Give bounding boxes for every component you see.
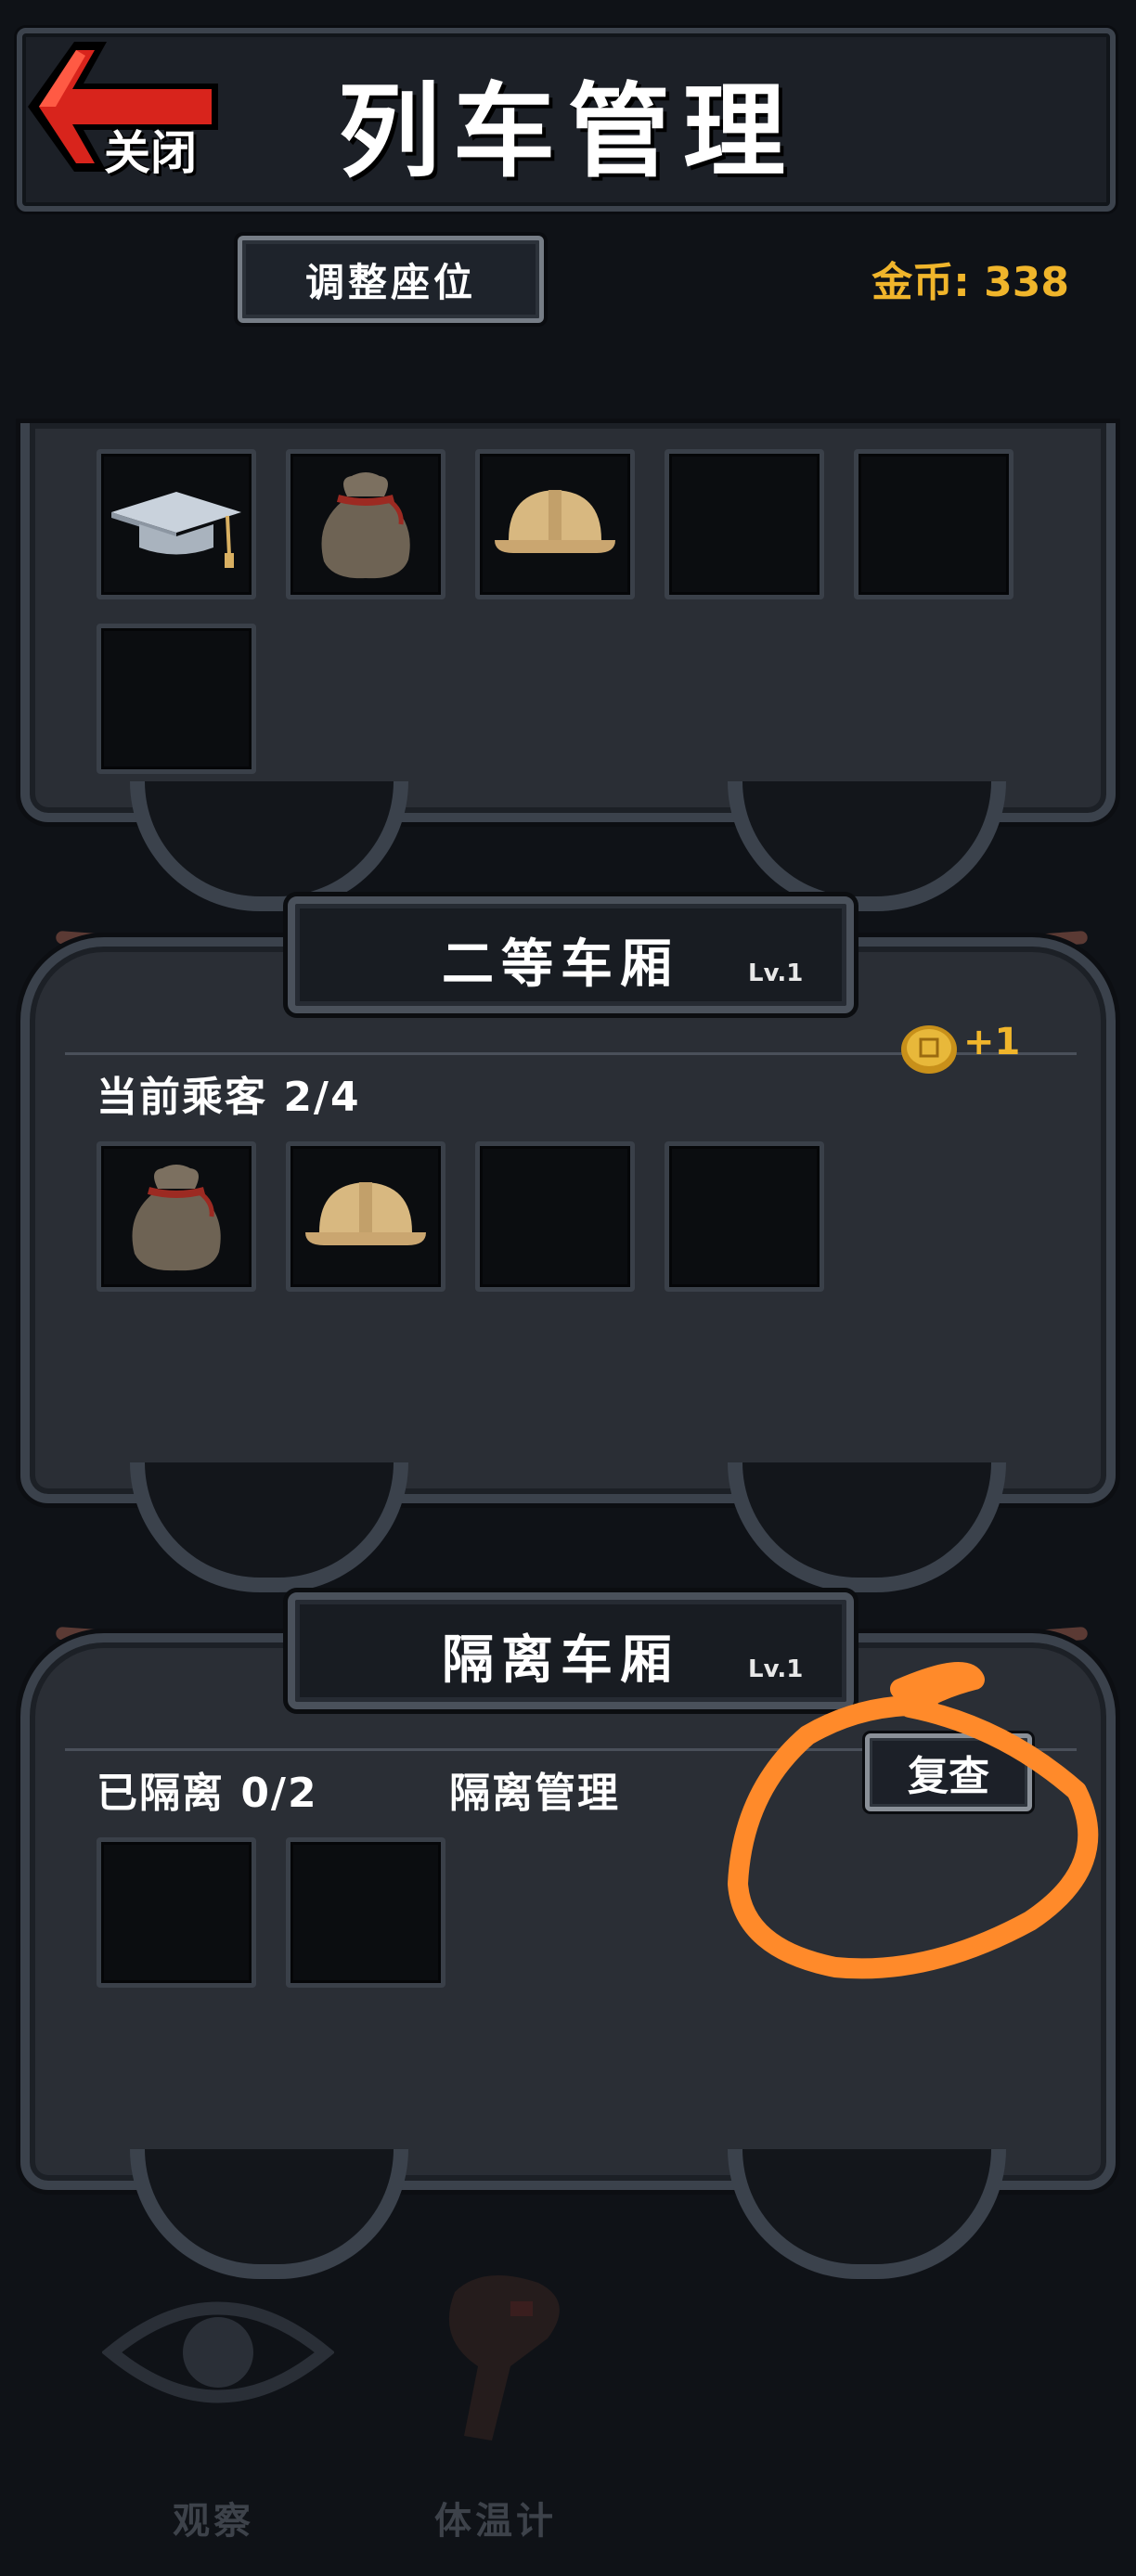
page-title: 列车管理 xyxy=(338,72,798,191)
isolated-count: 已隔离 0/2 xyxy=(97,1770,318,1817)
thermometer-icon[interactable] xyxy=(427,2264,585,2450)
passenger-count: 当前乘客 2/4 xyxy=(97,1074,361,1121)
wheel-right xyxy=(728,2149,1006,2279)
money-bag-icon xyxy=(321,472,410,579)
coin-balance: 金币: 338 xyxy=(871,259,1069,306)
coin-icon xyxy=(898,1023,960,1080)
seat-slot[interactable] xyxy=(665,1141,824,1292)
wheel-left xyxy=(130,781,408,911)
wheel-left xyxy=(130,2149,408,2279)
second-class-level: Lv.1 xyxy=(748,960,804,987)
wheel-right xyxy=(728,781,1006,911)
seat-slot[interactable] xyxy=(854,449,1013,599)
seat-slot[interactable] xyxy=(665,449,824,599)
eye-icon[interactable] xyxy=(102,2273,334,2431)
money-bag-icon xyxy=(132,1165,221,1271)
seat-slot[interactable] xyxy=(286,449,445,599)
isolation-slot[interactable] xyxy=(286,1837,445,1988)
hard-hat-icon xyxy=(495,490,615,553)
seat-slot[interactable] xyxy=(97,1141,256,1292)
graduation-cap-icon xyxy=(111,492,241,568)
seat-slot[interactable] xyxy=(475,1141,635,1292)
wheel-left xyxy=(130,1462,408,1592)
seat-slot[interactable] xyxy=(286,1141,445,1292)
bonus-value: +1 xyxy=(963,1021,1021,1063)
isolation-title: 隔离车厢 xyxy=(442,1630,679,1691)
seat-slot[interactable] xyxy=(97,624,256,774)
seat-slot[interactable] xyxy=(97,449,256,599)
second-class-title: 二等车厢 xyxy=(442,934,679,995)
seat-slot[interactable] xyxy=(475,449,635,599)
hard-hat-icon xyxy=(305,1182,426,1245)
isolation-management-label: 隔离管理 xyxy=(449,1770,620,1817)
wheel-right xyxy=(728,1462,1006,1592)
isolation-slot[interactable] xyxy=(97,1837,256,1988)
observe-label[interactable]: 观察 xyxy=(173,2491,254,2544)
adjust-seats-button[interactable]: 调整座位 xyxy=(238,236,544,323)
annotation-circle xyxy=(728,1662,1099,1979)
thermometer-label[interactable]: 体温计 xyxy=(434,2491,557,2544)
